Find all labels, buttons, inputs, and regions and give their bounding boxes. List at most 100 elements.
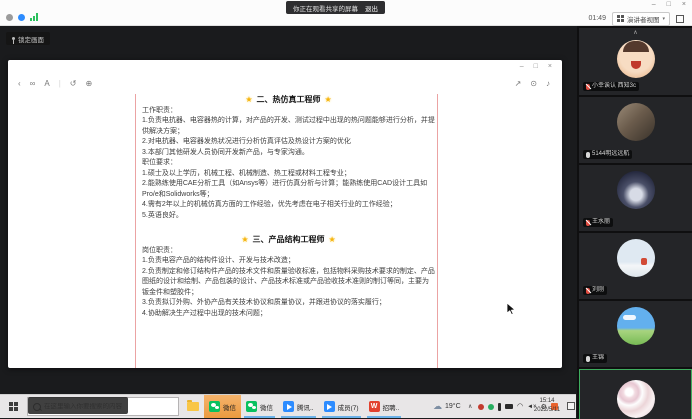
download-icon[interactable]: ⊙: [530, 79, 537, 88]
document-toolbar-right: ↗ ⊙ ♪: [515, 79, 550, 88]
requirement-item: 4.需有2年以上的机械仿真方面的工作经验，优先考虑在电子相关行业的工作经验；: [142, 200, 435, 211]
participant-tile[interactable]: 王水丽: [579, 165, 692, 231]
battery-icon[interactable]: [505, 404, 513, 409]
tray-expand-icon[interactable]: ∧: [468, 395, 472, 418]
share-icon[interactable]: ↗: [515, 79, 522, 88]
duty-item: 1.负责电抗器、电容器热的计算，对产品的开发、测试过程中出现的热问题能够进行分析…: [142, 116, 435, 137]
avatar: [617, 239, 655, 277]
pin-label: 锁定画面: [18, 34, 44, 44]
file-explorer-button[interactable]: [182, 395, 204, 418]
participant-name: 刘刚: [592, 287, 604, 294]
mic-icon: [586, 152, 590, 158]
taskbar-apps: 微信 微信 腾讯.. 成员(7) W: [182, 395, 404, 418]
back-icon[interactable]: ‹: [18, 79, 21, 88]
meeting-app-window: 你正在观看共享的屏幕 退出 – □ × 01:49 演讲者视图 ▾ 锁定画面 –: [0, 0, 692, 419]
tencent-meeting-button[interactable]: 腾讯..: [278, 395, 319, 418]
start-button[interactable]: [0, 395, 26, 418]
mic-icon: [586, 356, 590, 362]
avatar: [617, 103, 655, 141]
refresh-icon[interactable]: ↺: [70, 79, 77, 88]
globe-icon[interactable]: ⊕: [86, 79, 93, 88]
participant-name-badge: 王锦: [583, 354, 607, 363]
screen-share-banner: 你正在观看共享的屏幕 退出: [286, 1, 385, 14]
star-icon: ★: [241, 235, 248, 244]
document-body: ★二、热仿真工程师★ 工作职责： 1.负责电抗器、电容器热的计算，对产品的开发、…: [142, 90, 435, 319]
participants-panel: ∧ 小幸诶认 西知3c 5144明远远航 王水丽: [577, 26, 692, 419]
participant-name: 5144明远远航: [592, 151, 629, 158]
participant-name-badge: 刘刚: [583, 286, 607, 295]
more-apps-icon[interactable]: ♪: [546, 79, 550, 88]
doc-restore-button[interactable]: □: [534, 63, 538, 70]
link-icon[interactable]: ∞: [30, 79, 36, 88]
action-center-icon[interactable]: [567, 402, 575, 410]
taskbar-tooltip-overlay: [28, 397, 128, 414]
participant-name-badge: 小幸诶认 西知3c: [583, 82, 639, 91]
network-signal-icon[interactable]: [30, 13, 38, 21]
wps-document-button[interactable]: W 招聘..: [364, 395, 405, 418]
temperature: 19°C: [445, 403, 461, 410]
participant-tile[interactable]: 刘刚: [579, 233, 692, 299]
banner-text: 你正在观看共享的屏幕: [293, 3, 358, 13]
tencent-meeting-icon: [283, 401, 294, 412]
taskbar-clock[interactable]: 15:14 2022/5/11: [528, 397, 566, 415]
tray-app-icon[interactable]: [488, 404, 494, 410]
wechat-button[interactable]: 微信: [241, 395, 278, 418]
doc-close-button[interactable]: ×: [548, 63, 552, 70]
pin-view-button[interactable]: 锁定画面: [6, 32, 50, 45]
app-titlebar: 你正在观看共享的屏幕 退出 – □ × 01:49 演讲者视图 ▾: [0, 0, 692, 26]
participant-tile-active-speaker[interactable]: ∨: [579, 369, 692, 419]
doc-minimize-button[interactable]: –: [520, 63, 524, 70]
mic-muted-icon: [586, 288, 590, 294]
wechat-icon: [209, 401, 220, 412]
wifi-icon[interactable]: ◠: [517, 404, 523, 410]
weather-widget[interactable]: ☁ 19°C: [433, 395, 461, 418]
requirement-item: 5.英语良好。: [142, 211, 435, 222]
phone-link-icon[interactable]: [498, 403, 501, 411]
duty-item: 4.协助解决生产过程中出现的技术问题；: [142, 309, 435, 320]
participant-tile[interactable]: 王锦: [579, 301, 692, 367]
app-label: 招聘..: [383, 402, 400, 412]
participant-tile[interactable]: 5144明远远航: [579, 97, 692, 163]
toolbar-divider: |: [59, 79, 61, 88]
star-icon: ★: [329, 235, 336, 244]
info-icon[interactable]: [6, 14, 13, 21]
pin-icon: [12, 37, 15, 40]
wps-icon: W: [369, 401, 380, 412]
document-window-controls: – □ ×: [520, 63, 552, 70]
page-margin-line-right: [437, 94, 438, 368]
participant-tile[interactable]: ∧ 小幸诶认 西知3c: [579, 28, 692, 95]
avatar: [617, 380, 655, 418]
duty-item: 2.负责制定和修订结构件产品的技术文件和质量验收标准，包括物料采购技术要求的制定…: [142, 267, 435, 299]
requirement-item: 2.能熟练使用CAE分析工具（如Ansys等）进行仿真分析与计算；能熟练使用CA…: [142, 179, 435, 200]
view-mode-button[interactable]: 演讲者视图 ▾: [612, 12, 670, 26]
recording-icon[interactable]: [18, 14, 25, 21]
cloud-icon: ☁: [433, 401, 442, 412]
clock-time: 15:14: [528, 397, 566, 406]
elapsed-time: 01:49: [588, 15, 606, 22]
font-size-icon[interactable]: A: [44, 79, 49, 88]
star-icon: ★: [245, 95, 252, 104]
minimize-button[interactable]: –: [652, 1, 656, 9]
requirement-heading: 职位要求：: [142, 158, 435, 169]
restore-button[interactable]: □: [667, 1, 671, 9]
duty-heading: 工作职责：: [142, 106, 435, 117]
section-title-thermal: ★二、热仿真工程师★: [142, 95, 435, 106]
mic-muted-icon: [586, 220, 590, 226]
wechat-button-active[interactable]: 微信: [204, 395, 241, 418]
meeting-members-button[interactable]: 成员(7): [319, 395, 364, 418]
shared-document-window: – □ × ‹ ∞ A | ↺ ⊕ ↗ ⊙ ♪ ★二、热仿真工程师★: [8, 60, 562, 368]
participant-name: 王锦: [592, 355, 604, 362]
fullscreen-icon[interactable]: [676, 15, 684, 23]
close-button[interactable]: ×: [682, 1, 686, 9]
participant-name-badge: 王水丽: [583, 218, 613, 227]
chevron-down-icon: ▾: [662, 16, 665, 22]
participant-name-badge: 5144明远远航: [583, 150, 632, 159]
clock-date: 2022/5/11: [528, 406, 566, 415]
tray-app-icon[interactable]: [478, 404, 484, 410]
status-icons: [6, 13, 38, 21]
app-label: 微信: [223, 402, 236, 412]
folder-icon: [187, 402, 199, 411]
duty-heading: 岗位职责：: [142, 246, 435, 257]
banner-exit-button[interactable]: 退出: [365, 3, 378, 13]
collapse-icon[interactable]: ∧: [579, 29, 692, 37]
